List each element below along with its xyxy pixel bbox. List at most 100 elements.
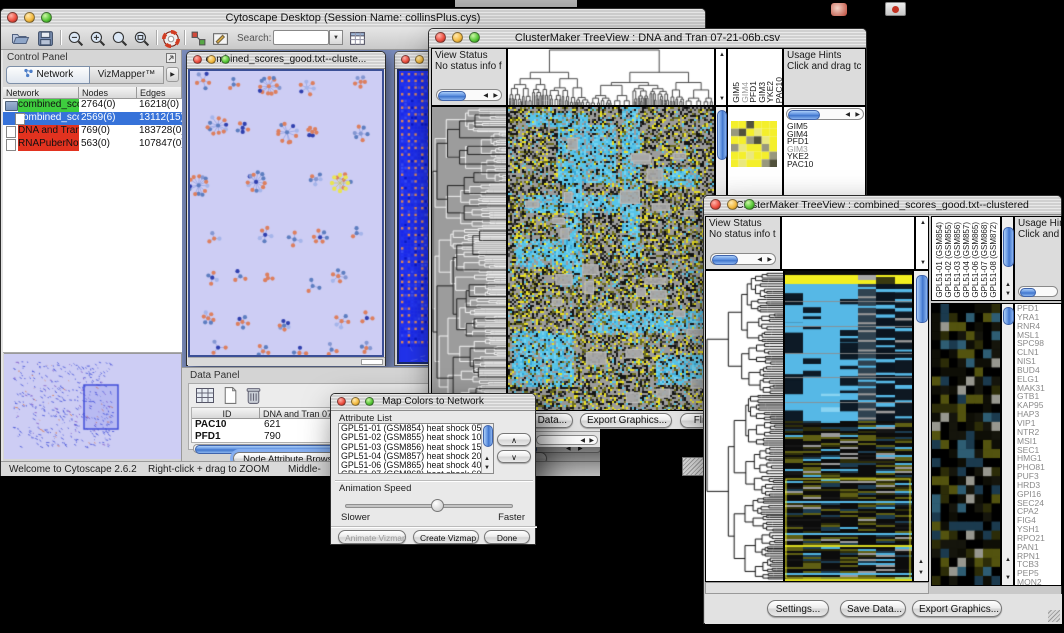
close-button[interactable] [7,12,18,23]
scroll-down-icon[interactable]: ▼ [920,260,926,266]
tv2-row-dendrogram[interactable] [705,270,784,582]
map-dialog-titlebar[interactable]: Map Colors to Network [331,394,535,411]
network-window-1-titlebar[interactable]: combined_scores_good.txt--cluste... [187,52,385,69]
tv1-row-label[interactable]: PAC10 [787,161,813,169]
tv2-column-label[interactable]: GPL51-07 (GSM868) [980,222,989,298]
zoom-out-icon[interactable] [67,30,86,48]
vscroll-thumb[interactable] [717,110,727,160]
scroll-down-icon[interactable]: ▼ [719,96,725,102]
network-tree-row[interactable]: RNAPuberNov2+ 563(0) 107847(0) [3,138,182,151]
zoom-button[interactable] [744,199,755,210]
minimize-button[interactable] [727,199,738,210]
attribute-list-item[interactable]: GPL51-04 (GSM857) heat shock 20 min [339,452,493,461]
desktop-icon-1[interactable] [831,3,847,16]
zoom-button[interactable] [41,12,52,23]
tv2-heatmap-canvas[interactable] [785,271,912,581]
tab-vizmapper[interactable]: VizMapper™ [90,66,164,84]
tv2-zoom-heatmap-canvas[interactable] [932,304,1000,585]
vscroll-thumb[interactable] [916,275,928,323]
tv1-row-dendrogram[interactable] [431,106,507,411]
col-edges[interactable]: Edges [137,87,182,99]
tv2-labels-vscrollbar[interactable]: ▲ ▼ [1001,216,1014,301]
tv1-row-dendrogram-canvas[interactable] [432,107,506,410]
save-session-icon[interactable] [37,30,56,48]
network-view[interactable] [188,69,384,357]
scroll-up-icon[interactable]: ▲ [1005,282,1011,288]
network-tree-row[interactable]: DNA and Tran 07 769(0) 183728(0) [3,125,182,138]
tv2-save-data-button[interactable]: Save Data... [840,600,906,617]
speed-slider-track[interactable] [345,504,513,508]
tv1-heatmap-canvas[interactable] [508,107,714,410]
tv2-column-label[interactable]: GPL51-03 (GSM856) [953,222,962,298]
move-down-button[interactable]: ∨ [497,450,531,463]
float-panel-icon[interactable] [165,51,177,63]
tv1-summary-heatmap-canvas[interactable] [731,121,777,167]
tv1-export-graphics-button[interactable]: Export Graphics... [580,413,672,428]
tv2-gene-vscrollbar[interactable]: ▲ ▼ [1001,303,1014,586]
window-resize-grip[interactable] [1048,610,1060,622]
attribute-table-icon[interactable] [349,30,368,48]
zoom-button[interactable] [469,32,480,43]
cytoscape-titlebar[interactable]: Cytoscape Desktop (Session Name: collins… [1,9,705,28]
tv1-status-scrollbar[interactable]: ◀ ▶ [436,89,502,101]
network-overview-panel[interactable] [4,353,181,458]
scroll-thumb[interactable] [712,255,738,265]
tv1-labels-scrollbar[interactable]: ◀ ▶ [786,108,864,120]
attribute-list-scrollbar[interactable]: ▲ ▼ [481,424,493,473]
attribute-list-item[interactable]: GPL51-03 (GSM856) heat shock 15 min [339,443,493,452]
gene-label[interactable]: MON2 [1015,578,1061,586]
search-input[interactable] [273,30,329,45]
scroll-down-icon[interactable]: ▼ [484,465,490,471]
scroll-thumb[interactable] [438,91,466,101]
minimize-button[interactable] [24,12,35,23]
open-session-icon[interactable] [11,30,30,48]
col-id[interactable]: ID [192,408,260,419]
scroll-up-icon[interactable]: ▲ [719,52,725,58]
tv2-column-label[interactable]: GPL51-02 (GSM855) [944,222,953,298]
scroll-thumb[interactable] [788,110,820,120]
network-tree-row[interactable]: combined_sco 2569(6) 13112(15) [3,112,182,125]
col-nodes[interactable]: Nodes [79,87,137,99]
close-button[interactable] [193,55,202,64]
tv2-vscrollbar[interactable]: ▲ ▼ [913,270,929,582]
speed-slider-thumb[interactable] [431,499,444,512]
close-button[interactable] [435,32,446,43]
tab-overflow-button[interactable]: ▶ [166,67,179,82]
scroll-right-icon[interactable]: ▶ [493,93,498,99]
vscroll-thumb[interactable] [483,425,493,447]
move-up-button[interactable]: ∧ [497,433,531,446]
done-button[interactable]: Done [484,530,530,544]
table-select-icon[interactable] [195,386,215,405]
animate-vizmap-button[interactable]: Animate Vizmap [338,530,406,544]
tv2-settings-button[interactable]: Settings... [767,600,829,617]
network-tree-row[interactable]: combined_scores 2764(0) 16218(0) [3,99,182,112]
new-attribute-icon[interactable] [221,386,239,405]
tv1-column-dendrogram[interactable] [507,48,715,106]
scroll-right-icon[interactable]: ▶ [767,257,772,263]
attribute-list-item[interactable]: GPL51-07 (GSM868) heat shock 60 min [339,470,493,474]
minimize-button[interactable] [452,32,463,43]
scroll-thumb[interactable] [1020,288,1036,297]
desktop-icon-2[interactable] [885,2,906,16]
delete-attribute-icon[interactable] [245,386,262,405]
scroll-right-icon[interactable]: ▶ [589,438,594,444]
network-overview-canvas[interactable] [4,354,181,459]
tv2-row-dendrogram-canvas[interactable] [706,271,783,581]
scroll-left-icon[interactable]: ◀ [845,112,850,118]
attribute-list-item[interactable]: GPL51-01 (GSM854) heat shock 05 min [339,424,493,433]
treeview1-titlebar[interactable]: ClusterMaker TreeView : DNA and Tran 07-… [429,29,866,48]
attribute-listbox[interactable]: GPL51-01 (GSM854) heat shock 05 min GPL51… [338,423,494,474]
scroll-down-icon[interactable]: ▼ [1005,291,1011,297]
minimize-button[interactable] [351,397,360,406]
tv2-export-graphics-button[interactable]: Export Graphics... [912,600,1002,617]
tv2-heatmap[interactable] [784,270,913,582]
tv1-hscrollbar[interactable]: ◀ ▶ [536,435,598,445]
scroll-down-icon[interactable]: ▼ [1005,575,1011,581]
new-node-icon[interactable] [190,30,209,48]
window-resize-grip[interactable] [682,457,704,476]
scroll-left-icon[interactable]: ◀ [483,93,488,99]
zoom-in-icon[interactable] [89,30,108,48]
tv2-column-label[interactable]: GPL51-08 (GSM872) [989,222,998,298]
scroll-left-icon[interactable]: ◀ [580,438,585,444]
tab-network[interactable]: Network [6,66,90,84]
